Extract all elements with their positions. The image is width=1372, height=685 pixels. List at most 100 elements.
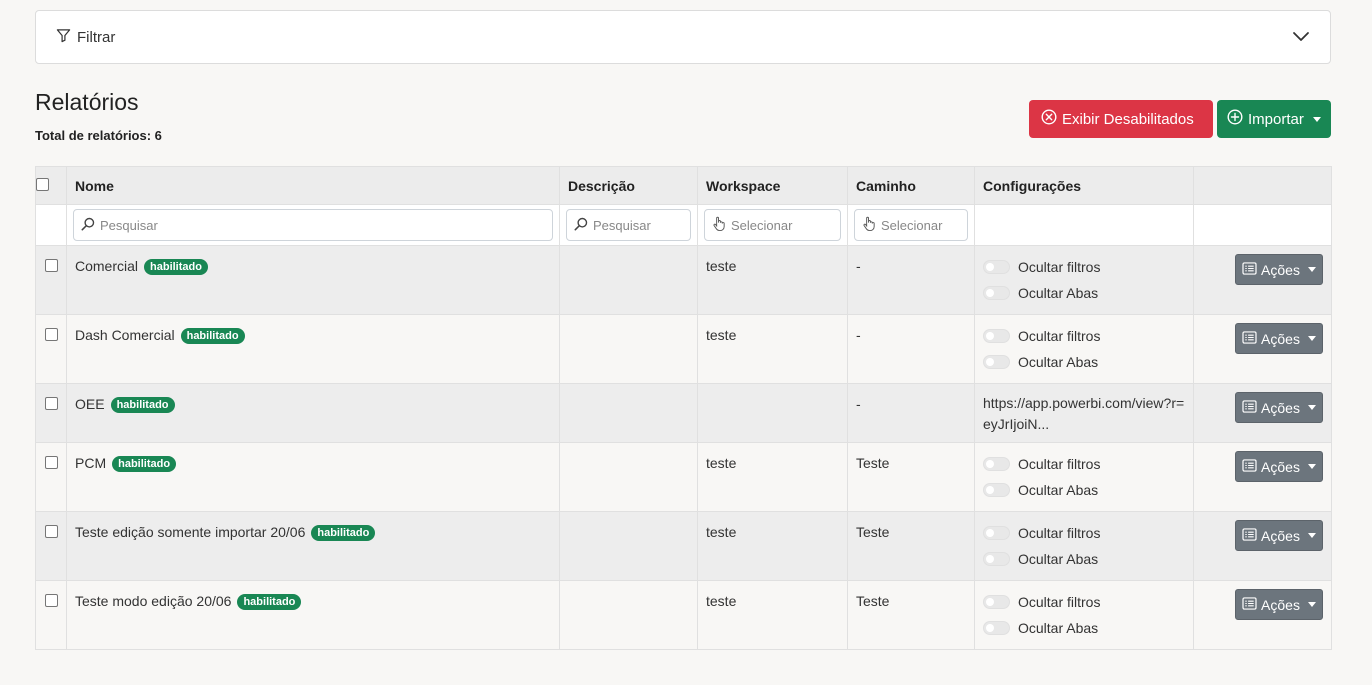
search-empty-cell (35, 204, 67, 246)
col-header-workspace[interactable]: Workspace (697, 166, 848, 205)
row-checkbox[interactable] (44, 456, 58, 469)
search-workspace-cell: Selecionar (697, 204, 848, 246)
row-checkbox[interactable] (44, 525, 58, 538)
actions-button[interactable]: Ações (1235, 254, 1323, 285)
row-checkbox[interactable] (44, 259, 58, 272)
search-empty-cell (1193, 204, 1332, 246)
page-title: Relatórios (35, 89, 139, 115)
caminho-select[interactable]: Selecionar (854, 209, 968, 241)
path-cell: - (847, 245, 975, 315)
col-header-actions (1193, 166, 1332, 205)
description-cell (559, 314, 698, 384)
hide-tabs-toggle[interactable] (983, 286, 1010, 300)
total-count: Total de relatórios: 6 (35, 128, 162, 143)
status-badge: habilitado (180, 328, 245, 344)
workspace-select-placeholder: Selecionar (731, 217, 793, 233)
description-cell (559, 442, 698, 512)
filter-label: Filtrar (77, 28, 116, 46)
hide-filters-label: Ocultar filtros (1018, 456, 1101, 472)
config-cell: https://app.powerbi.com/view?r=eyJrIjoiN… (974, 383, 1194, 443)
hide-filters-toggle[interactable] (983, 329, 1010, 343)
hide-tabs-toggle[interactable] (983, 483, 1010, 497)
search-empty-cell (974, 204, 1194, 246)
caret-down-icon (1307, 267, 1316, 272)
search-nome-input[interactable]: Pesquisar (73, 209, 553, 241)
hide-filters-toggle[interactable] (983, 260, 1010, 274)
hide-filters-label: Ocultar filtros (1018, 259, 1101, 275)
hide-tabs-toggle[interactable] (983, 621, 1010, 635)
table-row: Teste edição somente importar 20/06 habil… (35, 511, 1332, 581)
col-header-nome[interactable]: Nome (66, 166, 560, 205)
report-name: Teste edição somente importar 20/06 (75, 524, 306, 540)
actions-cell: Ações (1193, 511, 1332, 581)
table-row: Dash Comercial habilitado teste - Ocultar fi… (35, 314, 1332, 384)
workspace-cell: teste (697, 511, 848, 581)
filter-panel[interactable]: Filtrar (35, 10, 1331, 64)
path-cell: Teste (847, 511, 975, 581)
show-disabled-button[interactable]: Exibir Desabilitados (1029, 100, 1213, 138)
config-url: https://app.powerbi.com/view?r=eyJrIjoiN… (983, 395, 1185, 432)
workspace-select[interactable]: Selecionar (704, 209, 841, 241)
workspace-cell: teste (697, 245, 848, 315)
workspace-cell: teste (697, 314, 848, 384)
hide-filters-toggle[interactable] (983, 457, 1010, 471)
hide-filters-toggle[interactable] (983, 526, 1010, 540)
hide-tabs-toggle[interactable] (983, 552, 1010, 566)
status-badge: habilitado (110, 397, 175, 413)
import-button[interactable]: Importar (1217, 100, 1331, 138)
hide-tabs-toggle[interactable] (983, 355, 1010, 369)
chevron-down-icon[interactable] (1292, 31, 1310, 43)
row-select-cell (35, 245, 67, 315)
actions-label: Ações (1261, 527, 1300, 544)
status-badge: habilitado (237, 594, 302, 610)
config-options: Ocultar filtros Ocultar Abas (983, 524, 1185, 568)
select-all-checkbox[interactable] (36, 177, 49, 191)
hide-tabs-label: Ocultar Abas (1018, 482, 1099, 498)
filter-toggle[interactable]: Filtrar (56, 28, 115, 47)
actions-button[interactable]: Ações (1235, 392, 1323, 423)
search-nome-cell: Pesquisar (66, 204, 560, 246)
hand-pointer-icon (862, 216, 876, 234)
name-cell: Comercial habilitado (66, 245, 560, 315)
row-select-cell (35, 314, 67, 384)
col-header-descricao[interactable]: Descrição (559, 166, 698, 205)
caret-down-icon (1307, 336, 1316, 341)
list-icon (1242, 596, 1257, 613)
row-checkbox[interactable] (44, 594, 58, 607)
actions-button[interactable]: Ações (1235, 589, 1323, 620)
hide-tabs-label: Ocultar Abas (1018, 354, 1099, 370)
row-checkbox[interactable] (44, 328, 58, 341)
workspace-cell (697, 383, 848, 443)
config-options: Ocultar filtros Ocultar Abas (983, 258, 1185, 302)
path-cell: Teste (847, 580, 975, 650)
table-row: Teste modo edição 20/06 habilitado teste Te… (35, 580, 1332, 650)
table-row: OEE habilitado - https://app.powerbi.com/vi… (35, 383, 1332, 443)
col-header-caminho[interactable]: Caminho (847, 166, 975, 205)
path-cell: - (847, 383, 975, 443)
status-badge: habilitado (112, 456, 177, 472)
config-cell: Ocultar filtros Ocultar Abas (974, 245, 1194, 315)
path-cell: - (847, 314, 975, 384)
hide-filters-label: Ocultar filtros (1018, 328, 1101, 344)
actions-cell: Ações (1193, 383, 1332, 443)
config-cell: Ocultar filtros Ocultar Abas (974, 511, 1194, 581)
list-icon (1242, 458, 1257, 475)
list-icon (1242, 330, 1257, 347)
row-select-cell (35, 383, 67, 443)
search-nome-placeholder: Pesquisar (100, 217, 158, 233)
actions-button[interactable]: Ações (1235, 520, 1323, 551)
row-checkbox[interactable] (44, 397, 58, 410)
workspace-cell: teste (697, 580, 848, 650)
list-icon (1242, 261, 1257, 278)
show-disabled-label: Exibir Desabilitados (1062, 110, 1194, 128)
actions-button[interactable]: Ações (1235, 451, 1323, 482)
hide-filters-toggle[interactable] (983, 595, 1010, 609)
actions-button[interactable]: Ações (1235, 323, 1323, 354)
description-cell (559, 511, 698, 581)
search-descricao-cell: Pesquisar (559, 204, 698, 246)
search-descricao-input[interactable]: Pesquisar (566, 209, 691, 241)
report-name: Dash Comercial (75, 327, 175, 343)
report-name: OEE (75, 396, 105, 412)
config-options: Ocultar filtros Ocultar Abas (983, 455, 1185, 499)
reports-table-body: Comercial habilitado teste - Ocultar filtros… (35, 245, 1332, 650)
